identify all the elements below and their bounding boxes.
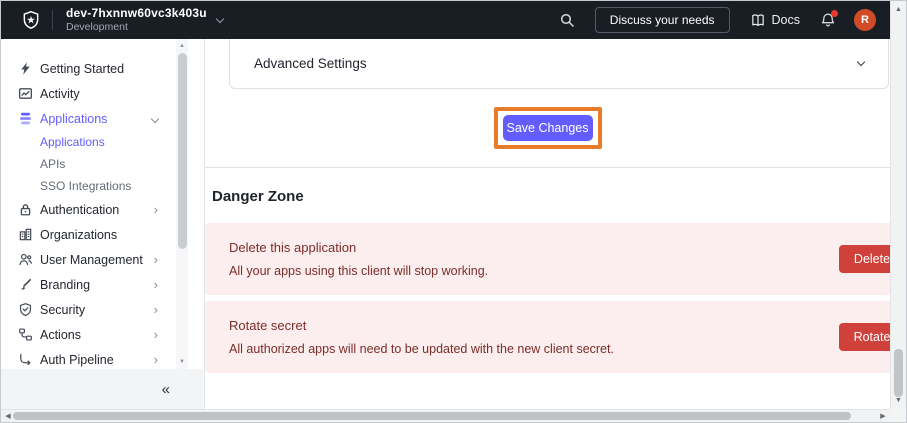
delete-button[interactable]: Delete <box>839 245 890 273</box>
scroll-up-icon[interactable]: ▲ <box>176 40 188 52</box>
viewport: dev-7hxnnw60vc3k403u Development Discuss… <box>1 1 890 409</box>
auth0-dashboard-window: dev-7hxnnw60vc3k403u Development Discuss… <box>0 0 907 423</box>
delete-application-title: Delete this application <box>229 240 839 255</box>
book-icon <box>750 13 766 28</box>
danger-zone-section: Danger Zone Delete this application All … <box>205 168 890 373</box>
advanced-settings-title: Advanced Settings <box>254 56 367 71</box>
scroll-down-icon[interactable]: ▼ <box>891 394 906 407</box>
tenant-environment: Development <box>66 21 207 34</box>
sidebar-scrollbar-thumb[interactable] <box>178 53 187 249</box>
sidebar-footer: « <box>1 369 204 409</box>
applications-stack-icon <box>17 111 33 127</box>
docs-link[interactable]: Docs <box>750 13 800 28</box>
sidebar-item-label: Applications <box>40 112 107 126</box>
sidebar-item-label: User Management <box>40 253 143 267</box>
vertical-scrollbar[interactable]: ▲ ▼ <box>890 1 906 409</box>
sidebar-item-label: Authentication <box>40 203 119 217</box>
sidebar-item-label: Actions <box>40 328 81 342</box>
horizontal-scrollbar-thumb[interactable] <box>13 412 851 420</box>
sidebar-nav: Getting Started Activity <box>1 39 204 369</box>
scroll-right-icon[interactable]: ▶ <box>877 410 889 422</box>
sidebar-item-actions[interactable]: Actions › <box>1 322 204 347</box>
user-avatar[interactable]: R <box>854 9 876 31</box>
sidebar-item-applications[interactable]: Applications <box>1 106 204 131</box>
delete-application-description: All your apps using this client will sto… <box>229 264 839 278</box>
chevron-right-icon: › <box>154 328 158 341</box>
sidebar-item-label: Organizations <box>40 228 117 242</box>
sidebar-subitem-sso-integrations[interactable]: SSO Integrations <box>1 175 204 197</box>
scrollbar-corner <box>890 409 906 422</box>
users-icon <box>17 252 33 268</box>
sidebar-item-label: Security <box>40 303 85 317</box>
danger-zone-heading: Danger Zone <box>212 188 890 205</box>
chevron-right-icon: › <box>154 353 158 366</box>
sidebar-item-activity[interactable]: Activity <box>1 81 204 106</box>
paintbrush-icon <box>17 277 33 293</box>
activity-chart-icon <box>17 86 33 102</box>
collapse-sidebar-button[interactable]: « <box>162 381 170 398</box>
buildings-icon <box>17 227 33 243</box>
sidebar-item-label: SSO Integrations <box>40 179 131 193</box>
rotate-secret-description: All authorized apps will need to be upda… <box>229 342 839 356</box>
scroll-up-icon[interactable]: ▲ <box>891 3 906 16</box>
flow-icon <box>17 327 33 343</box>
rotate-secret-panel: Rotate secret All authorized apps will n… <box>205 301 890 373</box>
sidebar: Getting Started Activity <box>1 39 205 409</box>
save-row: Save Changes <box>205 89 890 167</box>
save-changes-button[interactable]: Save Changes <box>503 115 593 141</box>
chevron-right-icon: › <box>154 303 158 316</box>
sidebar-item-label: APIs <box>40 157 65 171</box>
header-divider <box>52 10 53 30</box>
sidebar-scrollbar[interactable]: ▲ ▼ <box>176 39 188 369</box>
main-content: Advanced Settings Save Changes Danger Zo… <box>205 39 890 409</box>
sidebar-item-organizations[interactable]: Organizations <box>1 222 204 247</box>
lock-icon <box>17 202 33 218</box>
pipeline-icon <box>17 352 33 368</box>
sidebar-item-label: Getting Started <box>40 62 124 76</box>
sidebar-item-user-management[interactable]: User Management › <box>1 247 204 272</box>
sidebar-item-authentication[interactable]: Authentication › <box>1 197 204 222</box>
horizontal-scrollbar[interactable]: ◀ ▶ <box>1 409 890 422</box>
discuss-your-needs-button[interactable]: Discuss your needs <box>595 7 730 33</box>
bolt-icon <box>17 61 33 77</box>
chevron-right-icon: › <box>154 278 158 291</box>
chevron-right-icon: › <box>154 253 158 266</box>
sidebar-subitem-applications[interactable]: Applications <box>1 131 204 153</box>
tenant-name: dev-7hxnnw60vc3k403u <box>66 6 207 21</box>
sidebar-item-security[interactable]: Security › <box>1 297 204 322</box>
advanced-settings-card[interactable]: Advanced Settings <box>229 39 889 89</box>
settings-section: Advanced Settings Save Changes <box>205 39 890 168</box>
sidebar-item-label: Branding <box>40 278 90 292</box>
sidebar-item-getting-started[interactable]: Getting Started <box>1 56 204 81</box>
chevron-down-icon <box>151 114 159 122</box>
tenant-switcher[interactable]: dev-7hxnnw60vc3k403u Development <box>66 6 207 34</box>
search-icon[interactable] <box>559 12 575 28</box>
sidebar-item-label: Auth Pipeline <box>40 353 114 367</box>
auth0-logo-icon[interactable] <box>21 10 41 30</box>
chevron-down-icon[interactable] <box>216 15 224 23</box>
docs-label: Docs <box>772 13 800 27</box>
delete-application-panel: Delete this application All your apps us… <box>205 223 890 295</box>
sidebar-item-auth-pipeline[interactable]: Auth Pipeline › <box>1 347 204 369</box>
notification-badge <box>831 10 838 17</box>
chevron-down-icon[interactable] <box>857 58 865 66</box>
top-bar: dev-7hxnnw60vc3k403u Development Discuss… <box>1 1 890 39</box>
sidebar-item-label: Activity <box>40 87 80 101</box>
scroll-down-icon[interactable]: ▼ <box>176 356 188 368</box>
sidebar-item-label: Applications <box>40 135 105 149</box>
vertical-scrollbar-thumb[interactable] <box>894 349 903 397</box>
rotate-button[interactable]: Rotate <box>839 323 890 351</box>
sidebar-item-branding[interactable]: Branding › <box>1 272 204 297</box>
shield-check-icon <box>17 302 33 318</box>
notifications-bell-icon[interactable] <box>820 12 836 28</box>
chevron-right-icon: › <box>154 203 158 216</box>
sidebar-subitem-apis[interactable]: APIs <box>1 153 204 175</box>
rotate-secret-title: Rotate secret <box>229 318 839 333</box>
annotation-highlight-box: Save Changes <box>494 107 602 149</box>
